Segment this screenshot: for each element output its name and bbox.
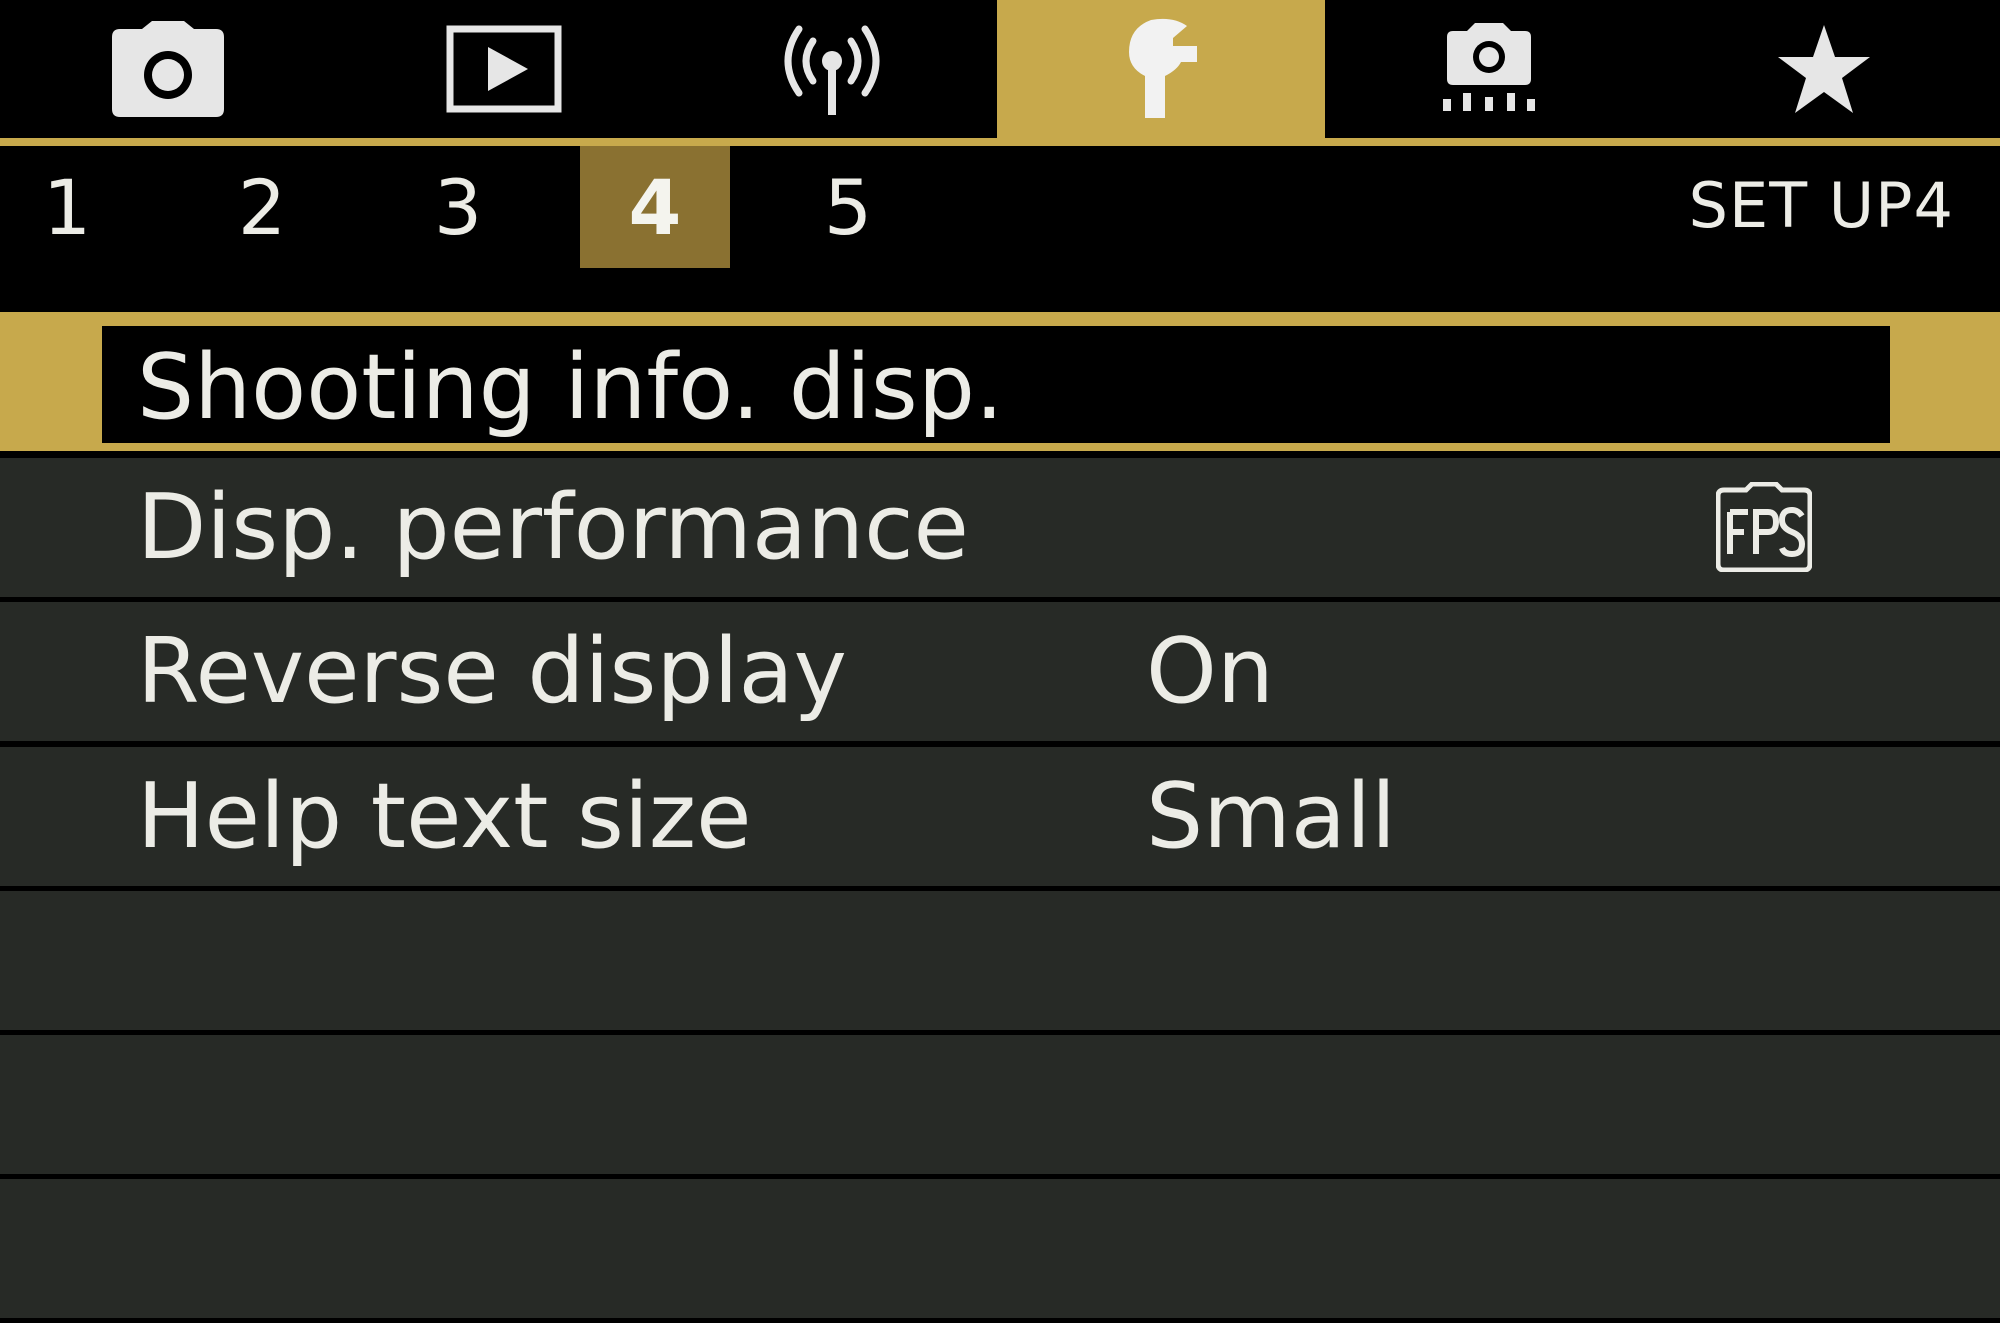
tab-wireless[interactable] xyxy=(668,0,996,138)
menu-item-label: Disp. performance xyxy=(137,475,969,580)
star-icon xyxy=(1778,25,1870,113)
tab-bar-underline xyxy=(0,138,2000,146)
page-3[interactable]: 3 xyxy=(383,146,533,268)
tab-custom-functions[interactable] xyxy=(1325,0,1653,138)
menu-item-label: Help text size xyxy=(137,764,752,869)
menu-item-empty xyxy=(0,891,2000,1030)
menu-item-help-text-size[interactable]: Help text size Small xyxy=(0,747,2000,886)
fps-icon xyxy=(1716,482,1812,572)
playback-icon xyxy=(446,25,562,113)
wireless-icon xyxy=(784,25,880,115)
menu-item-label: Reverse display xyxy=(137,619,847,724)
tab-shooting[interactable] xyxy=(4,0,332,138)
camera-menu-screen: 1 2 3 4 5 SET UP4 Shooting info. disp. D… xyxy=(0,0,2000,1323)
page-selector: 1 2 3 4 5 SET UP4 xyxy=(0,146,2000,314)
menu-list: Shooting info. disp. Disp. performance R… xyxy=(0,308,2000,1323)
menu-item-label: Shooting info. disp. xyxy=(137,335,1004,440)
camera-icon xyxy=(112,21,224,117)
menu-item-shooting-info-disp[interactable]: Shooting info. disp. xyxy=(0,312,2000,451)
page-4[interactable]: 4 xyxy=(580,146,730,268)
wrench-icon xyxy=(1129,18,1197,118)
menu-item-empty xyxy=(0,1035,2000,1174)
menu-item-disp-performance[interactable]: Disp. performance xyxy=(0,458,2000,597)
page-2[interactable]: 2 xyxy=(187,146,337,268)
menu-item-value: On xyxy=(1146,619,1274,724)
menu-tab-bar xyxy=(0,0,2000,138)
tab-my-menu[interactable] xyxy=(1660,0,1988,138)
tab-playback[interactable] xyxy=(340,0,668,138)
menu-item-empty xyxy=(0,1179,2000,1318)
page-1[interactable]: 1 xyxy=(0,146,142,268)
menu-title: SET UP4 xyxy=(1688,169,1954,242)
page-5[interactable]: 5 xyxy=(773,146,923,268)
menu-item-value: Small xyxy=(1146,764,1396,869)
tab-setup[interactable] xyxy=(997,0,1325,138)
custom-function-icon xyxy=(1443,23,1535,111)
menu-item-reverse-display[interactable]: Reverse display On xyxy=(0,602,2000,741)
